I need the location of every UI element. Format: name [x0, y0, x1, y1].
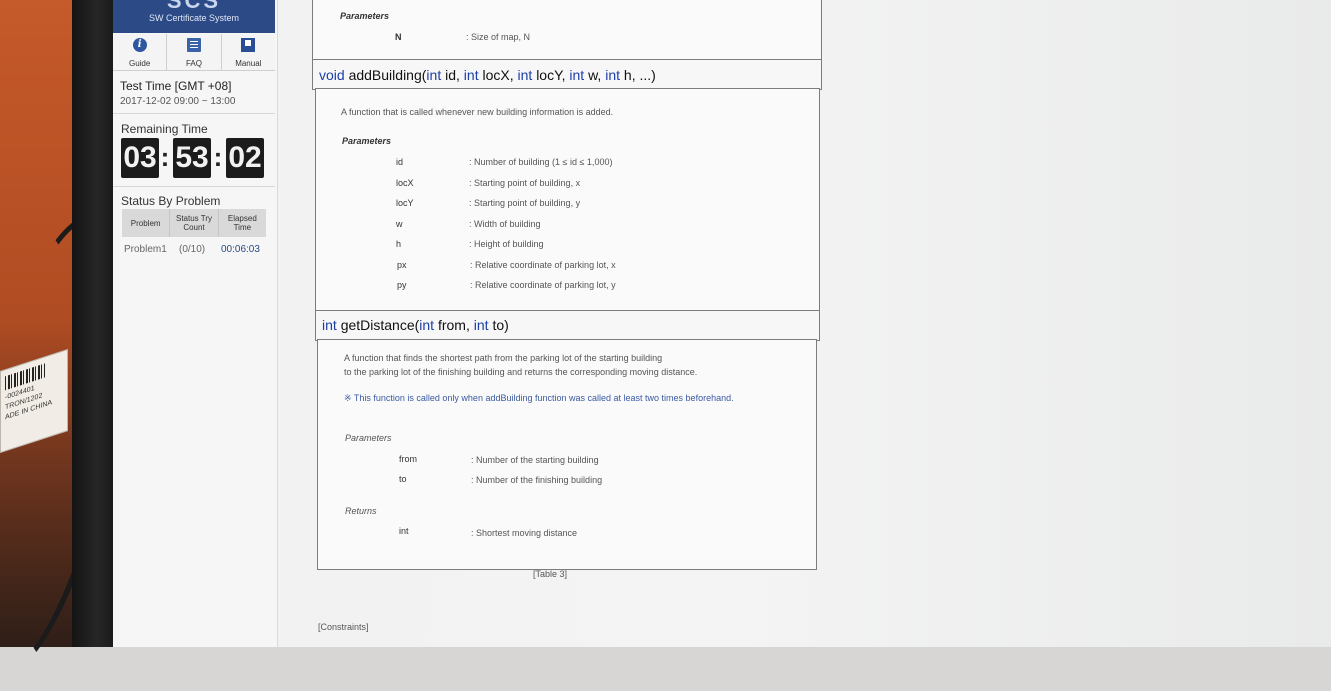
param: from, [437, 317, 470, 333]
param: w, [588, 67, 602, 83]
param: id, [445, 67, 460, 83]
monitor-bezel [72, 0, 114, 647]
function-note: ※ This function is called only when addB… [344, 393, 734, 403]
param-name: w [396, 219, 403, 229]
header-status: Status Try Count [170, 209, 219, 237]
test-time-panel: Test Time [GMT +08] 2017-12-02 09:00 ~ 1… [113, 71, 275, 114]
get-distance-signature: int getDistance(int from, int to) [315, 310, 820, 341]
add-building-body: A function that is called whenever new b… [315, 88, 820, 312]
init-params-box: Parameters N : Size of map, N [312, 0, 822, 61]
param-type: int [426, 67, 442, 83]
param-type: int [419, 317, 435, 333]
param: h, ...) [623, 67, 656, 83]
table-caption: [Table 3] [533, 569, 568, 579]
param-name: locX [396, 178, 414, 188]
function-description-line-1: A function that finds the shortest path … [344, 353, 663, 363]
problem-name[interactable]: Problem1 [124, 244, 167, 255]
params-label: Parameters [345, 433, 392, 443]
param-type: int [605, 67, 621, 83]
param-desc: : Number of the starting building [471, 455, 599, 465]
param-desc: : Number of building (1 ≤ id ≤ 1,000) [469, 157, 613, 167]
nav-row: i Guide FAQ Manual [113, 34, 275, 71]
test-time-label: Test Time [GMT +08] [120, 79, 232, 93]
param-desc: : Relative coordinate of parking lot, x [470, 260, 616, 270]
returns-label: Returns [345, 506, 377, 516]
get-distance-body: A function that finds the shortest path … [317, 339, 817, 570]
param-name: to [399, 474, 407, 484]
brand-header: SCS SW Certificate System [113, 0, 275, 33]
param-type: int [517, 67, 533, 83]
add-building-signature: void addBuilding(int id, int locX, int l… [312, 59, 822, 90]
param-type: int [473, 317, 489, 333]
book-icon [241, 38, 256, 52]
timer-hours: 03 [121, 138, 159, 178]
param-desc: : Size of map, N [466, 32, 531, 42]
param-name: N [395, 32, 402, 42]
function-description-line-2: to the parking lot of the finishing buil… [344, 367, 698, 377]
status-table-header: Problem Status Try Count Elapsed Time [122, 209, 266, 237]
header-problem: Problem [122, 209, 171, 237]
system-name: SW Certificate System [148, 13, 240, 23]
header-elapsed: Elapsed Time [227, 214, 257, 232]
sidebar: SCS SW Certificate System i Guide FAQ Ma… [113, 0, 278, 647]
param-desc: : Height of building [469, 239, 544, 249]
elapsed-time: 00:06:03 [221, 244, 260, 255]
manual-button[interactable]: Manual [221, 34, 275, 70]
timer-minutes: 53 [173, 138, 211, 178]
constraints-heading: [Constraints] [318, 622, 369, 632]
faq-button[interactable]: FAQ [167, 34, 222, 70]
test-time-value: 2017-12-02 09:00 ~ 13:00 [120, 96, 236, 107]
manual-label: Manual [235, 59, 262, 68]
param-name: px [397, 260, 407, 270]
param-desc: : Number of the finishing building [471, 475, 603, 485]
param-name: from [399, 454, 417, 464]
list-icon [186, 38, 201, 52]
param: locY, [536, 67, 566, 83]
param-name: id [396, 157, 404, 167]
param-desc: : Width of building [469, 219, 541, 229]
return-name: int [399, 526, 409, 536]
timer-seconds: 02 [226, 138, 264, 178]
problem-document: Parameters N : Size of map, N void addBu… [312, 0, 822, 647]
param-name: h [396, 239, 402, 249]
remaining-time-panel: Remaining Time 03 : 53 : 02 [113, 114, 275, 187]
return-desc: : Shortest moving distance [471, 528, 578, 538]
timer-colon: : [160, 142, 170, 172]
param-name: locY [396, 198, 414, 208]
param: to) [492, 317, 509, 333]
params-label: Parameters [340, 11, 390, 21]
param-desc: : Starting point of building, x [469, 178, 581, 188]
function-name: addBuilding( [348, 67, 427, 83]
faq-label: FAQ [185, 59, 202, 68]
info-icon: i [132, 38, 147, 52]
guide-button[interactable]: i Guide [113, 34, 168, 70]
return-type: int [322, 317, 337, 333]
logo: SCS [166, 0, 222, 13]
try-count: (0/10) [179, 244, 206, 255]
remaining-time-label: Remaining Time [121, 122, 208, 136]
timer-colon: : [213, 142, 223, 172]
barcode-icon [5, 363, 45, 391]
status-title: Status By Problem [121, 194, 221, 208]
param: locX, [482, 67, 514, 83]
param-name: py [397, 280, 407, 290]
function-description: A function that is called whenever new b… [341, 107, 614, 117]
param-desc: : Starting point of building, y [469, 198, 581, 208]
return-type: void [319, 67, 345, 83]
param-desc: : Relative coordinate of parking lot, y [470, 280, 616, 290]
param-type: int [569, 67, 585, 83]
params-label: Parameters [342, 136, 392, 146]
status-panel: Status By Problem Problem Status Try Cou… [113, 186, 275, 266]
param-type: int [463, 67, 479, 83]
guide-label: Guide [128, 59, 151, 68]
function-name: getDistance( [340, 317, 420, 333]
